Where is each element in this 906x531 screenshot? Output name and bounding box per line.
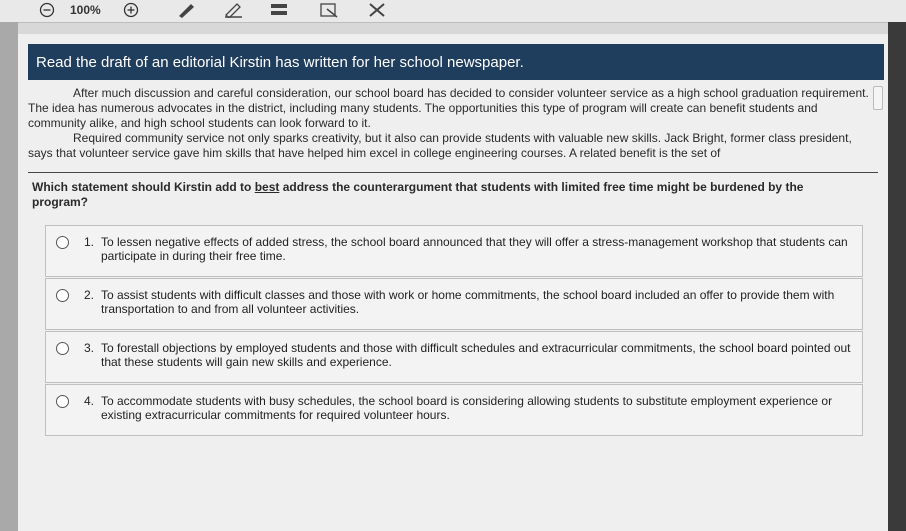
highlighter-icon[interactable] [222,1,244,19]
answer-option-1[interactable]: 1. To lessen negative effects of added s… [45,225,863,277]
answer-option-3[interactable]: 3. To forestall objections by employed s… [45,331,863,383]
zoom-level: 100% [70,3,101,17]
passage-paragraph-1: After much discussion and careful consid… [28,86,869,130]
option-number: 4. [84,394,95,408]
toolbar: 100% [0,0,906,23]
answer-option-4[interactable]: 4. To accommodate students with busy sch… [45,384,863,436]
line-reader-icon[interactable] [268,1,290,19]
answer-options: 1. To lessen negative effects of added s… [45,225,863,437]
answer-masking-icon[interactable] [318,1,340,19]
radio-button-icon[interactable] [56,395,69,408]
instruction-text: Read the draft of an editorial Kirstin h… [36,53,524,71]
radio-button-icon[interactable] [56,289,69,302]
zoom-out-icon[interactable] [36,1,58,19]
option-text: To accommodate students with busy schedu… [101,394,833,422]
zoom-in-icon[interactable] [120,1,142,19]
option-number: 3. [84,341,95,355]
passage-scrollbar[interactable] [873,86,883,110]
answer-option-2[interactable]: 2. To assist students with difficult cla… [45,278,863,330]
radio-button-icon[interactable] [56,342,69,355]
option-number: 2. [84,288,95,302]
eliminate-choice-icon[interactable] [366,1,388,19]
option-text: To forestall objections by employed stud… [101,341,851,369]
passage: After much discussion and careful consid… [28,86,878,172]
passage-divider [28,172,878,173]
option-text: To lessen negative effects of added stre… [101,235,848,263]
option-number: 1. [84,235,95,249]
question-text-before: Which statement should Kirstin add to [32,180,255,194]
option-text: To assist students with difficult classe… [101,288,835,316]
radio-button-icon[interactable] [56,236,69,249]
question-stem: Which statement should Kirstin add to be… [32,180,862,210]
right-edge [888,22,906,531]
passage-paragraph-2: Required community service not only spar… [28,131,852,160]
left-edge [0,22,18,531]
instruction-header: Read the draft of an editorial Kirstin h… [28,44,884,80]
pen-icon[interactable] [176,1,198,19]
question-emphasis: best [254,180,280,194]
